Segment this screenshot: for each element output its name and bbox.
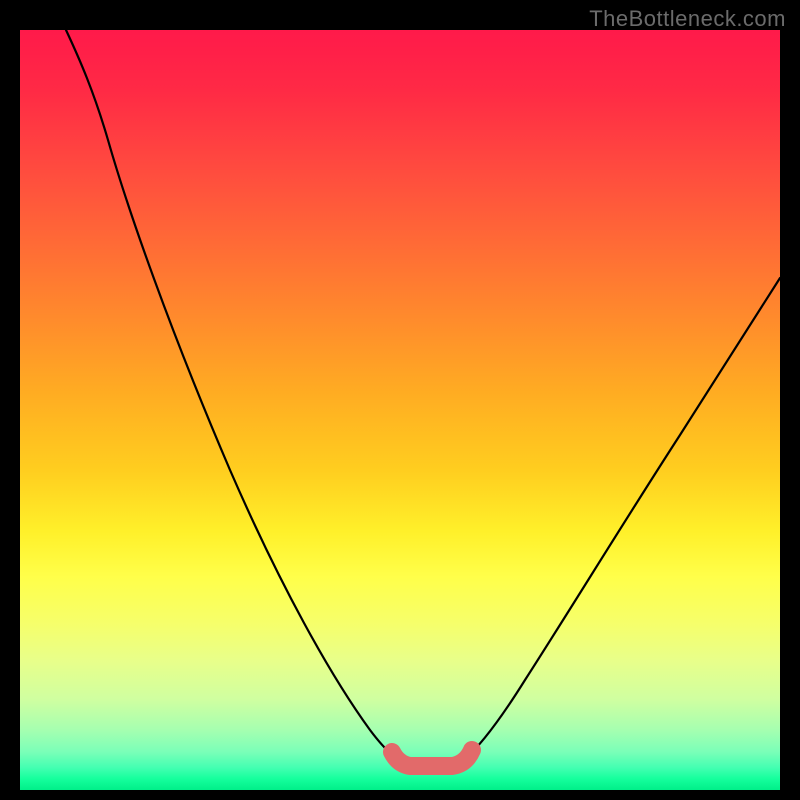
chart-svg	[20, 30, 780, 790]
watermark-text: TheBottleneck.com	[589, 6, 786, 32]
left-curve-line	[66, 30, 400, 760]
chart-plot-area	[20, 30, 780, 790]
right-curve-line	[464, 278, 780, 760]
bottleneck-flat-band	[392, 750, 472, 766]
chart-frame: TheBottleneck.com	[0, 0, 800, 800]
